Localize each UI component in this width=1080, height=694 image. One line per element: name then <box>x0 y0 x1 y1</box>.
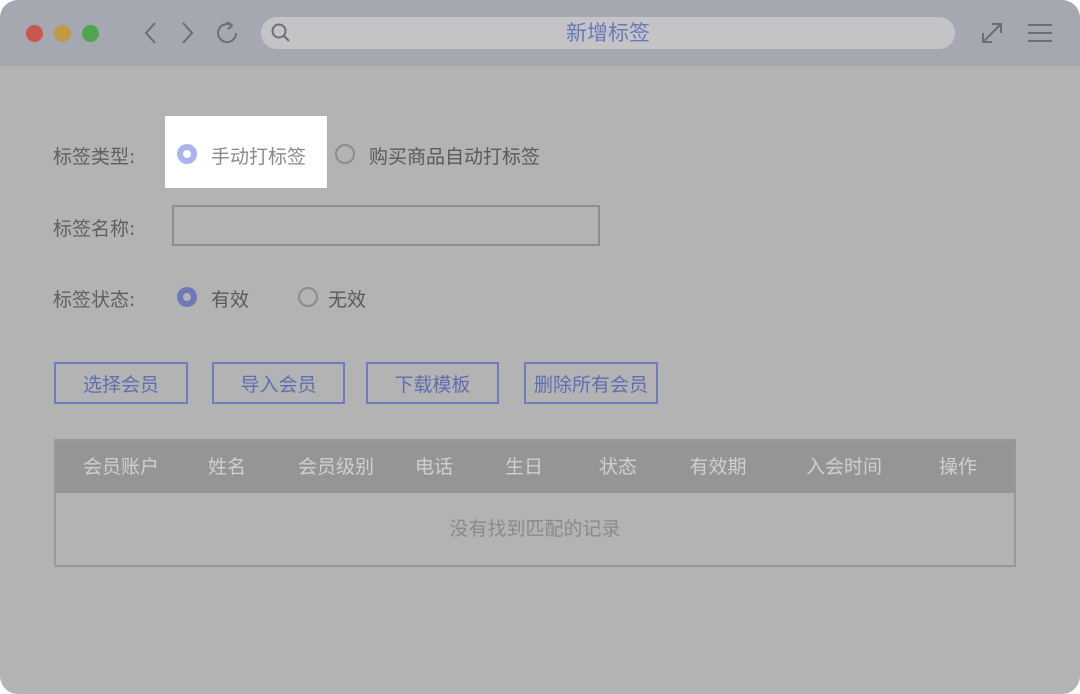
auto-tag-option-label[interactable]: 购买商品自动打标签 <box>369 142 540 169</box>
manual-tag-option-highlight[interactable]: 手动打标签 <box>165 116 327 188</box>
manual-tag-radio[interactable] <box>177 144 197 164</box>
status-invalid-radio[interactable] <box>298 287 318 307</box>
maximize-window-button[interactable] <box>82 25 99 42</box>
column-header-name: 姓名 <box>207 456 247 478</box>
auto-tag-radio[interactable] <box>335 144 355 164</box>
chevron-right-icon[interactable] <box>172 18 202 48</box>
column-header-birthday: 生日 <box>504 456 544 478</box>
tag-type-label: 标签类型: <box>53 146 136 168</box>
column-header-validity: 有效期 <box>689 456 747 478</box>
column-header-join-time: 入会时间 <box>805 456 883 478</box>
column-header-actions: 操作 <box>938 456 978 478</box>
status-invalid-label[interactable]: 无效 <box>328 285 366 312</box>
select-members-button[interactable]: 选择会员 <box>54 362 188 404</box>
status-valid-radio[interactable] <box>177 287 197 307</box>
table-header: 会员账户 姓名 会员级别 电话 生日 状态 有效期 入会时间 操作 <box>56 441 1014 493</box>
chevron-left-icon[interactable] <box>136 18 166 48</box>
app-window: 新增标签 标签类型: 手动打标签 购买商品自动打标签 标签名称: 标签状态: 有… <box>0 0 1080 694</box>
expand-icon[interactable] <box>978 19 1006 47</box>
delete-all-members-button[interactable]: 删除所有会员 <box>524 362 658 404</box>
download-template-button[interactable]: 下载模板 <box>366 362 499 404</box>
column-header-level: 会员级别 <box>297 456 375 478</box>
hamburger-menu-icon[interactable] <box>1026 19 1054 47</box>
manual-tag-option-label[interactable]: 手动打标签 <box>211 142 306 169</box>
column-header-status: 状态 <box>598 456 638 478</box>
import-members-button[interactable]: 导入会员 <box>212 362 345 404</box>
tag-name-input[interactable] <box>172 205 600 246</box>
tag-status-label: 标签状态: <box>53 289 136 311</box>
reload-icon[interactable] <box>212 18 242 48</box>
table-empty-message: 没有找到匹配的记录 <box>449 518 621 540</box>
address-bar[interactable]: 新增标签 <box>261 17 955 49</box>
page-title: 新增标签 <box>566 21 650 45</box>
status-valid-label[interactable]: 有效 <box>211 285 249 312</box>
members-table: 会员账户 姓名 会员级别 电话 生日 状态 有效期 入会时间 操作 没有找到匹配… <box>54 439 1016 567</box>
column-header-phone: 电话 <box>414 456 454 478</box>
tag-name-label: 标签名称: <box>53 218 136 240</box>
minimize-window-button[interactable] <box>54 25 71 42</box>
close-window-button[interactable] <box>26 25 43 42</box>
column-header-account: 会员账户 <box>82 456 160 478</box>
title-bar: 新增标签 <box>0 0 1080 66</box>
